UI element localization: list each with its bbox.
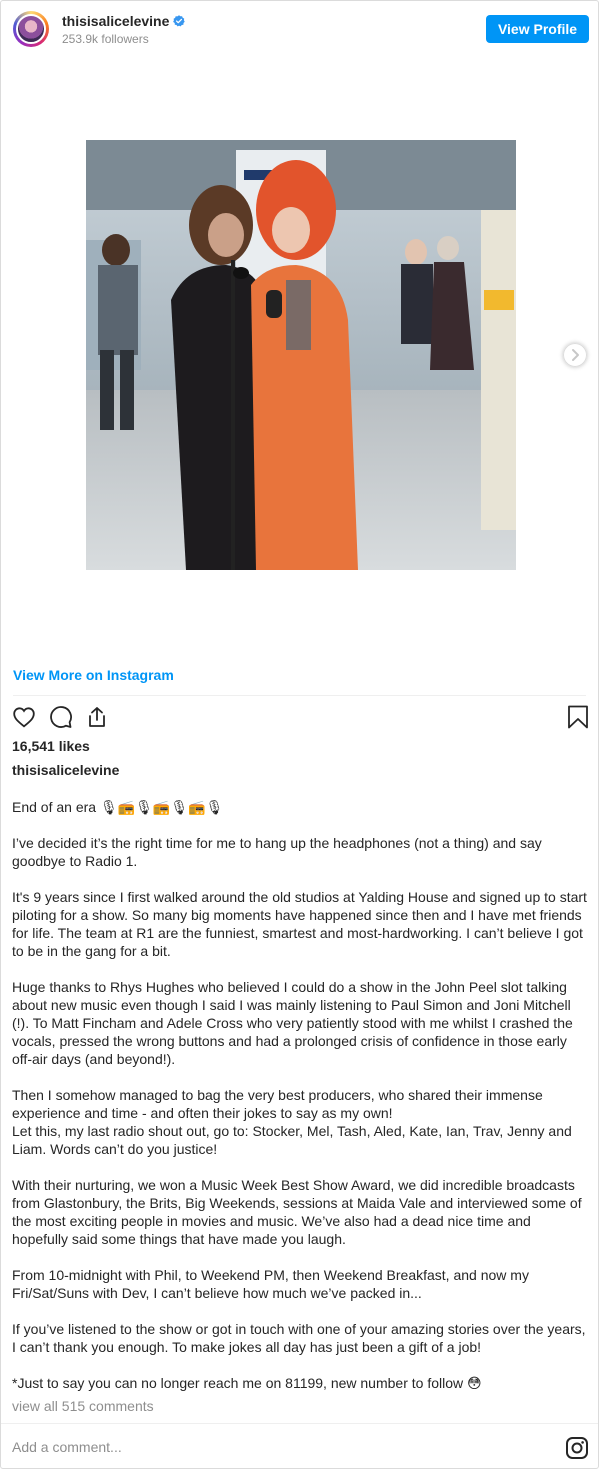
caption-username[interactable]: thisisalicelevine — [12, 762, 119, 778]
divider — [13, 695, 586, 696]
follower-count: 253.9k followers — [62, 32, 149, 46]
caption-paragraph: I’ve decided it’s the right time for me … — [12, 835, 542, 869]
caption-paragraph: It's 9 years since I first walked around… — [12, 889, 587, 959]
avatar[interactable] — [13, 11, 49, 47]
post-photo[interactable] — [86, 140, 516, 570]
view-profile-button[interactable]: View Profile — [486, 15, 589, 43]
avatar-image — [16, 14, 46, 44]
add-comment-input[interactable]: Add a comment... — [12, 1439, 122, 1455]
header-username[interactable]: thisisalicelevine — [62, 13, 186, 29]
instagram-embed-card: thisisalicelevine 253.9k followers View … — [0, 0, 599, 1469]
like-count[interactable]: 16,541 likes — [12, 738, 90, 754]
share-icon[interactable] — [85, 705, 109, 729]
bookmark-icon[interactable] — [566, 705, 590, 729]
caption-text: End of an era 🎙📻🎙📻🎙📻🎙 I’ve decided it’s … — [12, 798, 589, 1392]
instagram-logo-icon[interactable] — [565, 1436, 589, 1460]
caption-paragraph: *Just to say you can no longer reach me … — [12, 1375, 482, 1391]
header-username-text[interactable]: thisisalicelevine — [62, 13, 169, 29]
divider — [1, 1423, 598, 1424]
caption-paragraph: End of an era 🎙📻🎙📻🎙📻🎙 — [12, 799, 224, 815]
caption-paragraph: From 10-midnight with Phil, to Weekend P… — [12, 1267, 529, 1301]
view-more-link[interactable]: View More on Instagram — [13, 667, 174, 683]
caption-paragraph: With their nurturing, we won a Music Wee… — [12, 1177, 582, 1247]
view-all-comments-link[interactable]: view all 515 comments — [12, 1398, 154, 1414]
post-photo-image — [86, 140, 516, 570]
caption-paragraph: Then I somehow managed to bag the very b… — [12, 1087, 572, 1157]
post-media[interactable] — [1, 57, 598, 653]
caption-paragraph: If you’ve listened to the show or got in… — [12, 1321, 586, 1355]
heart-icon[interactable] — [12, 705, 36, 729]
post-header: thisisalicelevine 253.9k followers View … — [1, 1, 598, 57]
next-image-button[interactable] — [563, 343, 587, 367]
caption-paragraph: Huge thanks to Rhys Hughes who believed … — [12, 979, 573, 1067]
comment-icon[interactable] — [49, 705, 73, 729]
verified-badge-icon — [173, 15, 186, 27]
